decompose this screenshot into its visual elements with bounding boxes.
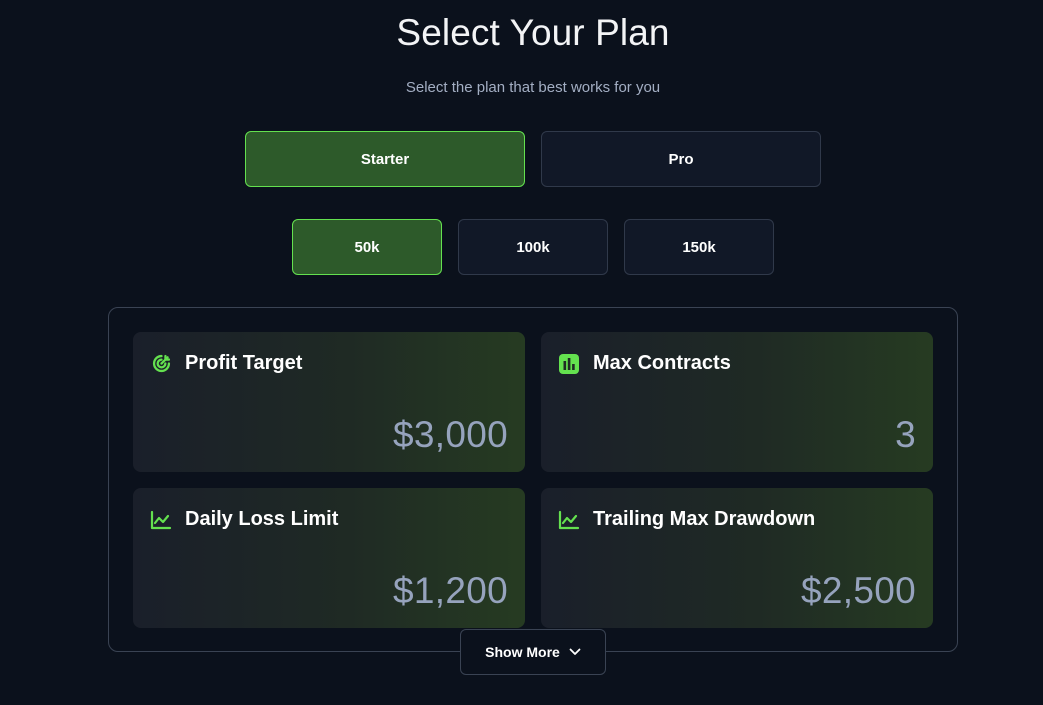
metric-label: Max Contracts xyxy=(593,352,731,374)
plan-option-label: Starter xyxy=(360,150,410,168)
account-size-label: 50k xyxy=(354,238,380,256)
account-size-label: 150k xyxy=(682,238,716,256)
account-size-50k[interactable]: 50k xyxy=(292,219,442,275)
plan-option-pro[interactable]: Pro xyxy=(541,131,821,187)
line-chart-icon xyxy=(558,509,580,531)
metric-label: Profit Target xyxy=(185,352,303,374)
metric-label: Trailing Max Drawdown xyxy=(593,508,816,530)
target-icon xyxy=(150,353,172,375)
metric-value: $3,000 xyxy=(393,414,508,455)
plan-selection-page: Select Your Plan Select the plan that be… xyxy=(0,0,1043,705)
show-more-label: Show More xyxy=(485,644,560,660)
bar-chart-icon xyxy=(558,353,580,375)
metric-card-max-contracts: Max Contracts 3 xyxy=(541,332,933,472)
account-size-100k[interactable]: 100k xyxy=(458,219,608,275)
metric-card-profit-target: Profit Target $3,000 xyxy=(133,332,525,472)
metric-label: Daily Loss Limit xyxy=(185,508,339,530)
plan-option-label: Pro xyxy=(668,150,694,168)
page-title: Select Your Plan xyxy=(396,12,670,53)
plan-option-starter[interactable]: Starter xyxy=(245,131,525,187)
account-size-150k[interactable]: 150k xyxy=(624,219,774,275)
metric-value: 3 xyxy=(895,414,916,455)
metric-value: $2,500 xyxy=(801,570,916,611)
page-subtitle: Select the plan that best works for you xyxy=(405,79,661,96)
line-chart-icon xyxy=(150,509,172,531)
metric-value: $1,200 xyxy=(393,570,508,611)
show-more-button[interactable]: Show More xyxy=(460,629,606,675)
metric-card-trailing-max-drawdown: Trailing Max Drawdown $2,500 xyxy=(541,488,933,628)
metric-card-daily-loss-limit: Daily Loss Limit $1,200 xyxy=(133,488,525,628)
chevron-down-icon xyxy=(569,648,581,656)
account-size-label: 100k xyxy=(516,238,550,256)
